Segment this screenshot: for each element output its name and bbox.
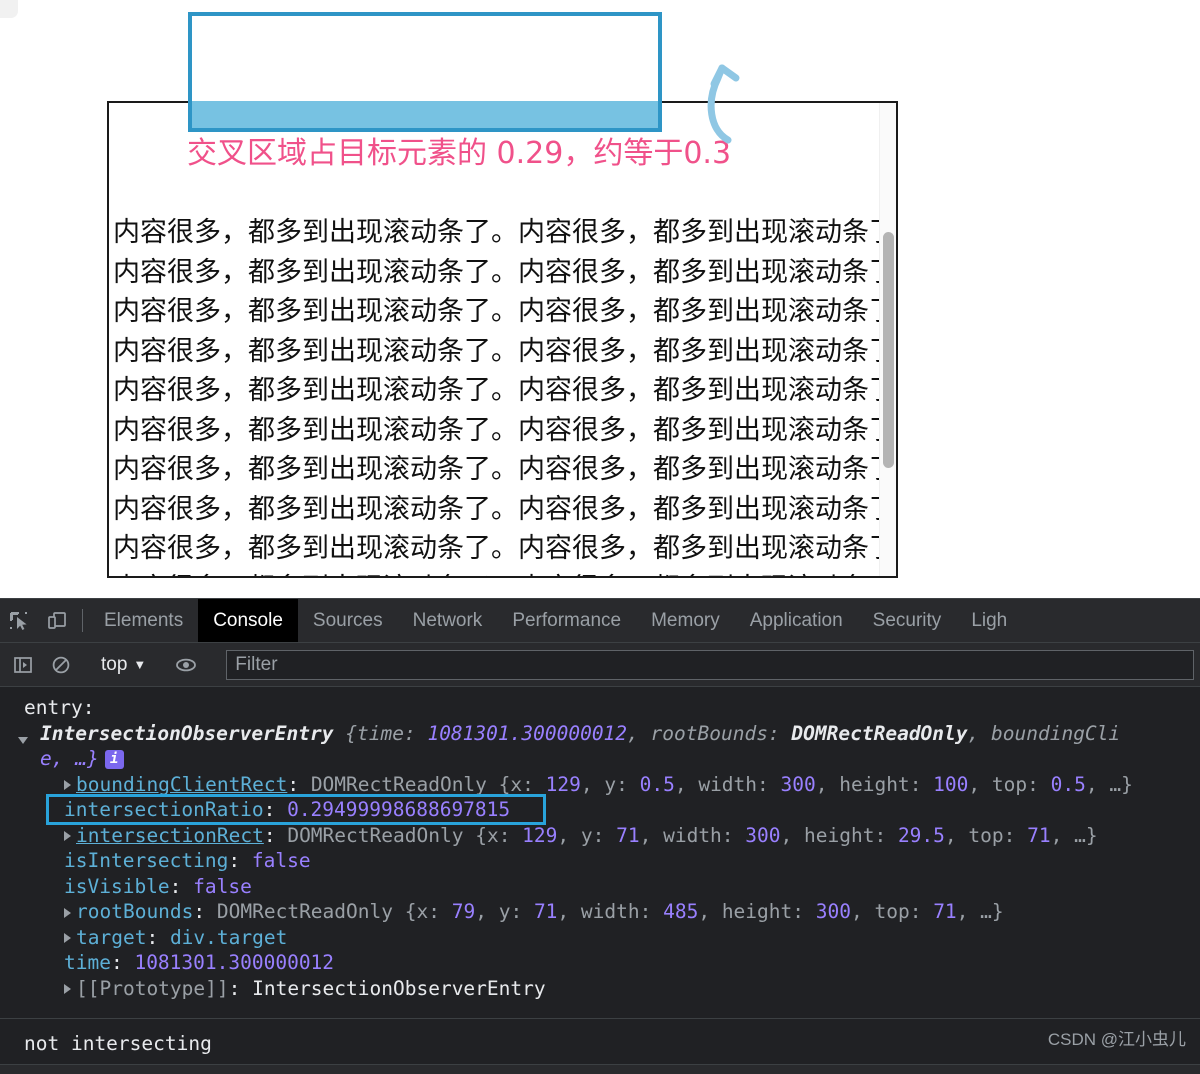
execution-context-select[interactable]: top ▼ — [93, 654, 154, 676]
browser-page-area: 交叉区域占目标元素的 0.29，约等于0.3 内容很多，都多到出现滚动条了。内容… — [0, 0, 1200, 598]
tab-memory[interactable]: Memory — [636, 599, 735, 642]
corner-chip-decoration — [0, 0, 18, 18]
content-line: 内容很多，都多到出现滚动条了。内容很多，都多到出现滚动条了。 — [113, 414, 898, 446]
content-line: 内容很多，都多到出现滚动条了。内容很多，都多到出现滚动条了。 — [113, 335, 898, 367]
inspect-element-icon[interactable] — [0, 599, 38, 642]
curved-arrow-annotation — [707, 64, 740, 144]
tab-console[interactable]: Console — [198, 599, 298, 642]
root-inner-content: 交叉区域占目标元素的 0.29，约等于0.3 内容很多，都多到出现滚动条了。内容… — [109, 103, 898, 577]
live-expression-eye-icon[interactable] — [167, 654, 205, 676]
execution-context-label: top — [101, 653, 128, 675]
tabbar-divider — [82, 609, 83, 632]
device-toolbar-icon[interactable] — [38, 599, 76, 642]
content-line: 内容很多，都多到出现滚动条了。内容很多，都多到出现滚动条了。 — [113, 533, 898, 564]
console-prop-rootbounds: rootBounds: DOMRectReadOnly {x: 79, y: 7… — [0, 899, 1200, 925]
csdn-watermark: CSDN @江小虫儿 — [1047, 1030, 1186, 1049]
console-filter-input[interactable] — [226, 649, 1194, 680]
tab-performance[interactable]: Performance — [497, 599, 636, 642]
content-line: 内容很多，都多到出现滚动条了。内容很多，都多到出现滚动条了。 — [113, 493, 898, 525]
console-final-message: not intersecting — [24, 1032, 212, 1055]
tab-network[interactable]: Network — [398, 599, 498, 642]
expand-triangle-icon[interactable] — [18, 736, 28, 744]
console-message-divider — [0, 1018, 1200, 1019]
console-prop-boundingclientrect: boundingClientRect: DOMRectReadOnly {x: … — [0, 772, 1200, 798]
expand-triangle-icon[interactable] — [64, 907, 71, 918]
scrollbar-thumb[interactable] — [883, 232, 894, 468]
target-element-box — [188, 12, 662, 132]
console-toolbar: top ▼ — [0, 643, 1200, 687]
expand-triangle-icon[interactable] — [64, 831, 71, 841]
scroll-root-container[interactable]: 交叉区域占目标元素的 0.29，约等于0.3 内容很多，都多到出现滚动条了。内容… — [107, 101, 898, 578]
console-object-header-tail: e, …} i — [0, 746, 1200, 772]
devtools-tabbar: Elements Console Sources Network Perform… — [0, 599, 1200, 643]
content-line: 内容很多，都多到出现滚动条了。内容很多，都多到出现滚动条了。 — [113, 454, 898, 485]
clear-console-icon[interactable] — [42, 655, 80, 675]
info-badge-icon[interactable]: i — [104, 750, 124, 769]
tab-elements[interactable]: Elements — [89, 599, 198, 642]
devtools-panel: Elements Console Sources Network Perform… — [0, 598, 1200, 1074]
vertical-scrollbar[interactable] — [879, 103, 896, 576]
content-line: 内容很多，都多到出现滚动条了。内容很多，都多到出现滚动条了。 — [109, 569, 896, 577]
content-line: 内容很多，都多到出现滚动条了。内容很多，都多到出现滚动条了。 — [113, 256, 898, 288]
tab-sources[interactable]: Sources — [298, 599, 398, 642]
chevron-down-icon: ▼ — [133, 657, 147, 672]
tab-security[interactable]: Security — [858, 599, 957, 642]
tab-application[interactable]: Application — [735, 599, 858, 642]
console-sidebar-icon[interactable] — [4, 655, 42, 675]
expand-triangle-icon[interactable] — [64, 984, 71, 994]
content-line: 内容很多，都多到出现滚动条了。内容很多，都多到出现滚动条了。 — [113, 217, 898, 248]
console-group-label: entry: — [24, 696, 95, 719]
content-line: 内容很多，都多到出现滚动条了。内容很多，都多到出现滚动条了。 — [113, 375, 898, 406]
expand-triangle-icon[interactable] — [64, 933, 71, 943]
console-prop-prototype: [[Prototype]]: IntersectionObserverEntry — [0, 976, 1200, 1002]
console-prop-intersectionrect: intersectionRect: DOMRectReadOnly {x: 12… — [0, 823, 1200, 849]
content-lines-wrap: 内容很多，都多到出现滚动条了。内容很多，都多到出现滚动条了。 内容很多，都多到出现… — [109, 213, 898, 577]
intersection-fill-region — [192, 101, 658, 128]
tab-lighthouse[interactable]: Ligh — [956, 599, 1022, 642]
devtools-bottom-strip — [0, 1064, 1200, 1074]
console-prop-isvisible: isVisible: false — [64, 874, 252, 898]
console-prop-intersectionratio: intersectionRatio: 0.29499998688697815 — [0, 794, 1200, 825]
console-prop-target: target: div.target — [0, 925, 1200, 951]
console-output: entry: IntersectionObserverEntry {time: … — [0, 687, 1200, 1074]
content-line: 内容很多，都多到出现滚动条了。内容很多，都多到出现滚动条了。 — [113, 296, 898, 327]
console-prop-isintersecting: isIntersecting: false — [64, 849, 311, 872]
console-prop-time: time: 1081301.300000012 — [64, 951, 335, 974]
expand-triangle-icon[interactable] — [64, 780, 71, 790]
console-object-header: IntersectionObserverEntry {time: 1081301… — [0, 721, 1200, 747]
